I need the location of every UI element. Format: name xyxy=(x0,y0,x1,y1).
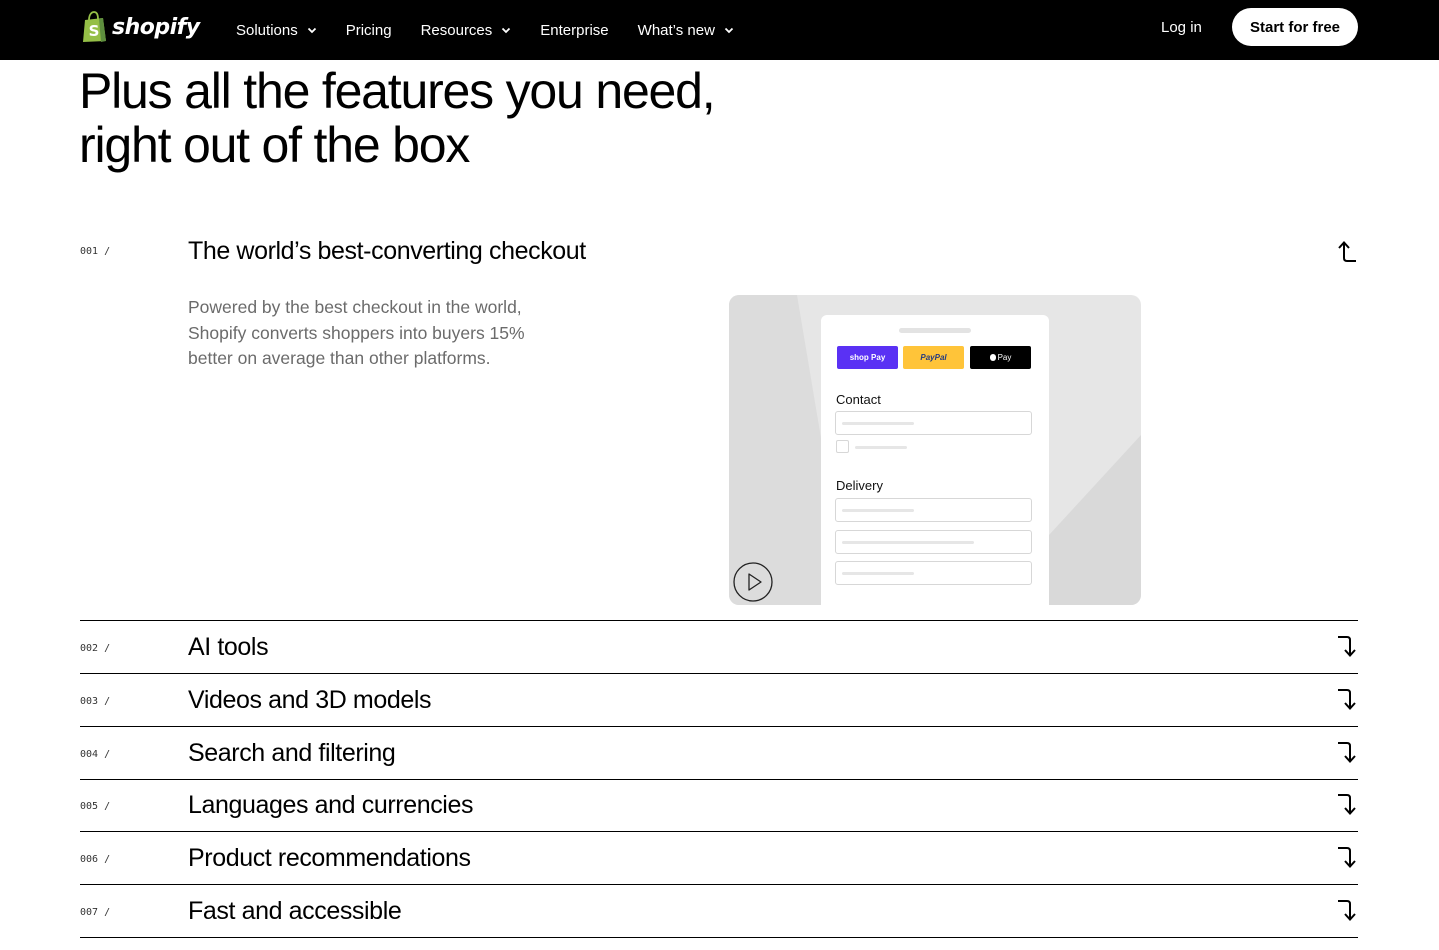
arrow-up-icon[interactable] xyxy=(1336,239,1358,263)
contact-field xyxy=(835,411,1032,435)
feature-number: 006 / xyxy=(80,854,111,865)
feature-row-videos-3d[interactable]: 003 / Videos and 3D models xyxy=(80,673,1358,726)
apple-icon xyxy=(989,354,996,361)
paypal-button: PayPal xyxy=(903,346,964,369)
headline-line-2: right out of the box xyxy=(79,117,470,173)
chevron-down-icon xyxy=(307,27,316,33)
feature-row-fast-accessible[interactable]: 007 / Fast and accessible xyxy=(80,884,1358,937)
nav-whats-new-label: What’s new xyxy=(637,21,715,39)
feature-description: Powered by the best checkout in the worl… xyxy=(188,297,525,368)
arrow-down-icon xyxy=(1338,689,1356,710)
feature-title-checkout[interactable]: The world’s best-converting checkout xyxy=(188,237,586,266)
divider xyxy=(80,937,1358,938)
svg-text:S: S xyxy=(89,22,100,40)
feature-title: Videos and 3D models xyxy=(188,686,432,714)
feature-title: AI tools xyxy=(188,633,269,661)
top-nav: S shopify Solutions Pricing Resources En… xyxy=(0,0,1439,60)
chevron-down-icon xyxy=(502,27,511,33)
placeholder-bar xyxy=(899,328,971,333)
feature-title: Languages and currencies xyxy=(188,791,474,819)
feature-row-search-filtering[interactable]: 004 / Search and filtering xyxy=(80,726,1358,779)
shopify-logo[interactable]: S shopify xyxy=(80,11,200,43)
nav-resources[interactable]: Resources xyxy=(421,22,512,39)
delivery-field-3 xyxy=(835,561,1032,585)
feature-number: 007 / xyxy=(80,907,111,918)
arrow-down-icon xyxy=(1338,636,1356,657)
feature-row-product-recommendations[interactable]: 006 / Product recommendations xyxy=(80,831,1358,884)
delivery-field-2 xyxy=(835,530,1032,554)
nav-enterprise-label: Enterprise xyxy=(540,21,609,39)
arrow-down-icon xyxy=(1338,794,1356,815)
arrow-down-icon xyxy=(1338,742,1356,763)
feature-number: 005 / xyxy=(80,801,111,812)
feature-title: Fast and accessible xyxy=(188,897,402,925)
delivery-label: Delivery xyxy=(836,478,883,493)
nav-solutions[interactable]: Solutions xyxy=(236,22,317,39)
delivery-field-1 xyxy=(835,498,1032,522)
shop-pay-button: shop Pay xyxy=(837,346,898,369)
nav-whats-new[interactable]: What’s new xyxy=(638,22,734,39)
chevron-down-icon xyxy=(724,27,734,33)
headline-line-1: Plus all the features you need, xyxy=(79,63,716,119)
apple-pay-button: Pay xyxy=(970,346,1031,369)
feature-number: 001 / xyxy=(80,246,111,257)
nav-pricing-label: Pricing xyxy=(345,21,392,39)
nav-pricing[interactable]: Pricing xyxy=(346,22,392,39)
contact-label: Contact xyxy=(836,392,881,407)
feature-title: Search and filtering xyxy=(188,739,396,767)
feature-title: Product recommendations xyxy=(188,844,471,872)
feature-row-languages-currencies[interactable]: 005 / Languages and currencies xyxy=(80,779,1358,831)
arrow-down-icon xyxy=(1338,900,1356,921)
newsletter-checkbox xyxy=(836,440,849,453)
feature-number: 004 / xyxy=(80,749,111,760)
nav-solutions-label: Solutions xyxy=(236,21,298,39)
logo-wordmark: shopify xyxy=(112,14,200,40)
shopping-bag-icon: S xyxy=(83,11,106,42)
nav-enterprise[interactable]: Enterprise xyxy=(540,22,608,39)
page-headline: Plus all the features you need, right ou… xyxy=(79,64,779,172)
feature-row-ai-tools[interactable]: 002 / AI tools xyxy=(80,620,1358,673)
apple-pay-label: Pay xyxy=(997,353,1012,362)
nav-links: Solutions Pricing Resources Enterprise W… xyxy=(236,0,763,60)
start-for-free-button[interactable]: Start for free xyxy=(1232,8,1358,46)
feature-number: 002 / xyxy=(80,643,111,654)
play-icon[interactable] xyxy=(733,562,773,602)
checkout-video-preview[interactable]: shop Pay PayPal Pay Contact Delivery xyxy=(729,295,1141,605)
nav-resources-label: Resources xyxy=(420,21,493,39)
feature-number: 003 / xyxy=(80,696,111,707)
checkout-form-card: shop Pay PayPal Pay Contact Delivery xyxy=(821,315,1049,605)
arrow-down-icon xyxy=(1338,847,1356,868)
checkbox-label-placeholder xyxy=(855,446,907,449)
login-link[interactable]: Log in xyxy=(1161,19,1202,36)
